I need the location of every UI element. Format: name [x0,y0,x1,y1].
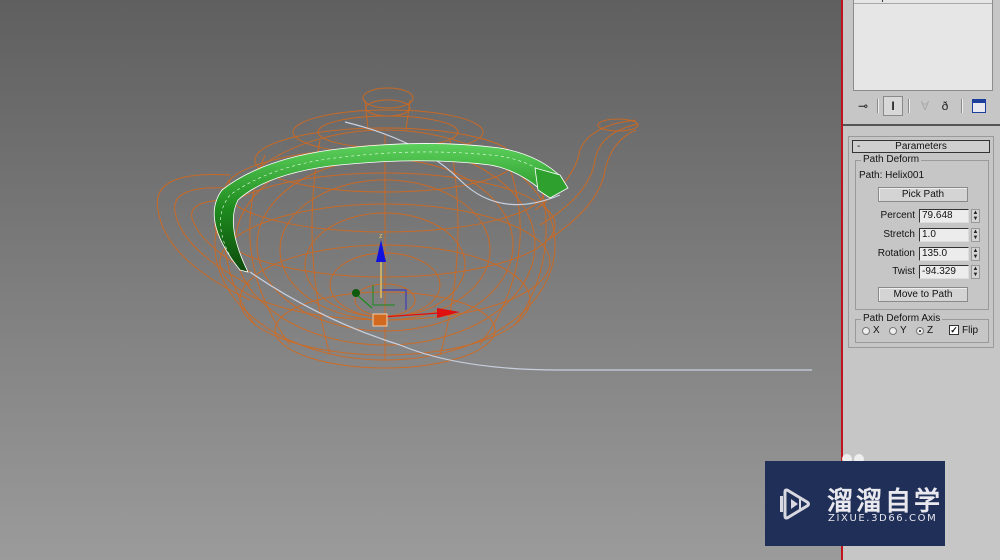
stretch-field[interactable]: 1.0 [919,228,969,242]
viewport-scene: z [156,87,812,371]
watermark-banner: 溜溜自学 ZIXUE.3D66.COM [765,461,945,546]
show-end-result-icon: I [891,99,895,113]
twist-field[interactable]: -94.329 [919,265,969,279]
stretch-spinner[interactable]: ▲ ▼ [971,228,980,242]
path-deform-group-label: Path Deform [861,154,922,166]
flip-checkbox[interactable]: ✓ [949,325,959,335]
axis-y-radio[interactable] [889,327,897,335]
modifier-stack-list[interactable] [853,0,993,91]
twist-label: Twist [892,266,915,277]
pick-path-button[interactable]: Pick Path [878,187,968,202]
collapse-icon: - [857,141,861,152]
transform-gizmo[interactable]: z [352,233,460,327]
percent-row: Percent 79.648 ▲ ▼ [849,209,995,224]
twist-row: Twist -94.329 ▲ ▼ [849,265,995,280]
path-deform-axis-group-label: Path Deform Axis [861,313,943,325]
stretch-row: Stretch 1.0 ▲ ▼ [849,228,995,243]
show-end-result-button[interactable]: I [883,96,903,116]
parameters-rollout: - Parameters Path Deform Path: Helix001 … [848,136,994,348]
rotation-label: Rotation [877,248,915,259]
svg-text:z: z [379,233,383,240]
pivot-box [372,313,388,327]
percent-field[interactable]: 79.648 [919,209,969,223]
move-to-path-button[interactable]: Move to Path [878,287,968,302]
axis-x-radio[interactable] [862,327,870,335]
stack-toolbar: ⊸ I ∀ ð [851,96,997,118]
play-logo-icon [780,488,810,520]
pin-stack-button[interactable]: ⊸ [853,96,873,116]
percent-spinner[interactable]: ▲ ▼ [971,209,980,223]
rotation-spinner[interactable]: ▲ ▼ [971,247,980,261]
pin-stack-icon: ⊸ [857,99,869,113]
percent-label: Percent [880,210,915,221]
flip-label: Flip [962,325,979,336]
perspective-viewport[interactable]: z [0,0,842,560]
panel-separator [843,124,1000,126]
make-unique-button[interactable]: ∀ [915,96,935,116]
remove-modifier-button[interactable]: ð [935,96,955,116]
twist-spinner[interactable]: ▲ ▼ [971,265,980,279]
parameters-rollout-header[interactable]: - Parameters [852,140,990,153]
configure-modifier-sets-button[interactable] [969,96,989,116]
make-unique-icon: ∀ [920,99,930,113]
path-name-label: Path: Helix001 [859,170,925,181]
axis-z-label: Z [927,325,934,336]
axis-z-radio[interactable] [916,327,924,335]
axis-x-label: X [873,325,880,336]
remove-modifier-icon: ð [941,99,949,113]
axis-y-label: Y [900,325,907,336]
stretch-label: Stretch [883,229,915,240]
rotation-field[interactable]: 135.0 [919,247,969,261]
rotation-row: Rotation 135.0 ▲ ▼ [849,247,995,262]
configure-modifier-sets-icon [972,99,986,113]
y-axis-arrow [352,289,360,297]
rollout-title: Parameters [895,141,947,152]
watermark-url: ZIXUE.3D66.COM [828,513,938,524]
